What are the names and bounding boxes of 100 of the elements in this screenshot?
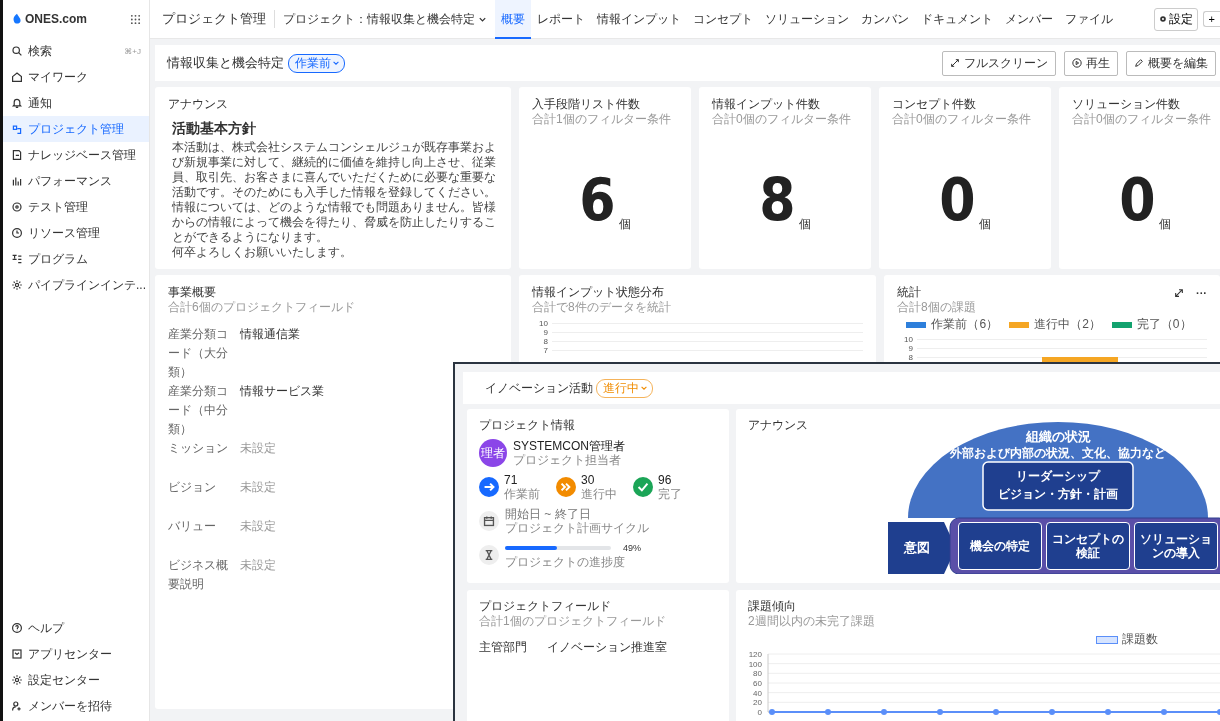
field-label: バリュー — [168, 518, 217, 535]
sidebar-item[interactable]: パイプラインインテ... — [3, 272, 149, 298]
card-title: 入手段階リスト件数 — [532, 97, 641, 112]
sidebar-item[interactable]: リソース管理 — [3, 220, 149, 246]
card-title: コンセプト件数 — [892, 97, 977, 112]
sidebar-item[interactable]: メンバーを招待 — [3, 693, 149, 719]
card-subtitle: 合計で8件のデータを統計 — [532, 300, 672, 315]
count-unit: 個 — [1158, 216, 1171, 233]
tab[interactable]: ドキュメント — [915, 0, 999, 39]
diagram-label: ビジョン・方針・計画 — [998, 486, 1118, 503]
header-button[interactable]: フルスクリーン — [942, 50, 1056, 76]
sidebar-item[interactable]: パフォーマンス — [3, 168, 149, 194]
document-icon — [11, 149, 23, 161]
axis-label: 0 — [757, 708, 762, 717]
tab[interactable]: ソリューション — [759, 0, 855, 39]
hourglass-icon — [479, 545, 499, 565]
sidebar-item[interactable]: 通知 — [3, 90, 149, 116]
count-value: 8 — [759, 171, 796, 229]
status-dropdown[interactable]: 作業前 — [288, 53, 345, 73]
header-button[interactable]: 概要を編集 — [1126, 50, 1216, 76]
sidebar-item[interactable]: プログラム — [3, 246, 149, 272]
tab[interactable]: コンセプト — [687, 0, 759, 39]
count-unit: 個 — [978, 216, 991, 233]
count-value: 71 — [504, 473, 519, 487]
count-unit: 個 — [798, 216, 811, 233]
project-selector[interactable]: プロジェクト：情報収集と機会特定 — [283, 10, 487, 28]
progress-label: プロジェクトの進捗度 — [505, 555, 626, 569]
tab[interactable]: ファイル — [1059, 0, 1119, 39]
axis-label: 8 — [907, 353, 914, 362]
expand-icon — [950, 58, 960, 68]
sidebar-item[interactable]: マイワーク — [3, 64, 149, 90]
pencil-icon — [1134, 58, 1144, 68]
tab[interactable]: 概要 — [495, 0, 531, 39]
count-label: 完了 — [658, 487, 682, 501]
more-button[interactable]: ··· — [1196, 286, 1207, 299]
sidebar-item[interactable]: ナレッジベース管理 — [3, 142, 149, 168]
expand-icon[interactable] — [1174, 287, 1184, 298]
sidebar-item[interactable]: 設定センター — [3, 667, 149, 693]
sidebar-item[interactable]: ヘルプ — [3, 615, 149, 641]
card-subtitle: 合計6個のプロジェクトフィールド — [168, 300, 356, 315]
card-title: 統計 — [897, 285, 921, 300]
card-title: アナウンス — [168, 97, 229, 112]
legend-label: 課題数 — [1122, 631, 1158, 648]
count-value: 0 — [939, 171, 976, 229]
ones-logo[interactable]: ONES.com — [11, 12, 87, 26]
card-title: プロジェクトフィールド — [479, 599, 612, 614]
field-value: 未設定 — [240, 440, 276, 457]
card-title: 情報インプット状態分布 — [532, 285, 665, 300]
owner-name: SYSTEMCON管理者 — [513, 439, 625, 453]
axis-label: 8 — [542, 337, 549, 346]
field-value: 情報通信業 — [240, 326, 300, 343]
tab[interactable]: 情報インプット — [591, 0, 687, 39]
progress-reading: 49% — [623, 543, 641, 553]
field-label: 産業分類コード（大分類） — [168, 326, 229, 381]
field-value: イノベーション推進室 — [547, 639, 667, 656]
axis-label: 20 — [753, 698, 762, 708]
tab[interactable]: メンバー — [999, 0, 1059, 39]
tab[interactable]: カンバン — [855, 0, 915, 39]
sidebar-item[interactable]: プロジェクト管理 — [3, 116, 149, 142]
axis-label: 10 — [903, 335, 914, 344]
settings-button[interactable]: 設定 — [1153, 7, 1198, 31]
avatar: 理者 — [479, 439, 507, 467]
sidebar-item[interactable]: 検索 ⌘+J — [3, 38, 149, 64]
header-button[interactable]: 再生 — [1064, 50, 1118, 76]
clock-icon — [11, 227, 23, 239]
project-title: 情報収集と機会特定 — [167, 54, 284, 72]
tab[interactable]: レポート — [531, 0, 591, 39]
card-subtitle: 合計0個のフィルター条件 — [712, 112, 852, 127]
target-icon — [11, 201, 23, 213]
card-subtitle: 合計0個のフィルター条件 — [1072, 112, 1212, 127]
count-label: 作業前 — [504, 487, 540, 501]
diagram-label: 組織の状況 — [1025, 428, 1091, 446]
diagram-label: リーダーシップ — [1016, 468, 1100, 485]
settings-icon — [11, 674, 23, 686]
announcement-heading: 活動基本方針 — [172, 120, 257, 138]
count-value: 0 — [1119, 171, 1156, 229]
list-icon — [11, 253, 23, 265]
add-button[interactable]: + — [1202, 11, 1220, 27]
gear-icon — [1158, 15, 1167, 23]
field-value: 未設定 — [240, 518, 276, 535]
axis-label: 9 — [907, 344, 914, 353]
announcement-text: 情報については、どのような情報でも問題ありません。皆様からの情報によって機会を得たり、脅威を防止したりすることができるようになります。 — [172, 200, 497, 245]
project-icon — [11, 123, 23, 135]
cycle-label: プロジェクト計画サイクル — [505, 521, 649, 535]
axis-label: 7 — [542, 346, 549, 355]
field-value: 情報サービス業 — [240, 383, 324, 400]
card-title: アナウンス — [748, 418, 808, 433]
axis-label: 80 — [753, 669, 762, 679]
card-subtitle: 2週間以内の未完了課題 — [748, 614, 876, 629]
sidebar-item[interactable]: アプリセンター — [3, 641, 149, 667]
sidebar-item[interactable]: テスト管理 — [3, 194, 149, 220]
field-value: 未設定 — [240, 557, 276, 574]
legend-label: 進行中（2） — [1034, 316, 1101, 333]
app-grid-icon[interactable] — [130, 13, 141, 25]
axis-label: 100 — [748, 659, 762, 669]
card-title: 情報インプット件数 — [712, 97, 821, 112]
diagram-step: コンセプトの検証 — [1046, 522, 1130, 570]
card-title: ソリューション件数 — [1072, 97, 1181, 112]
legend-label: 作業前（6） — [931, 316, 999, 333]
home-icon — [11, 71, 23, 83]
